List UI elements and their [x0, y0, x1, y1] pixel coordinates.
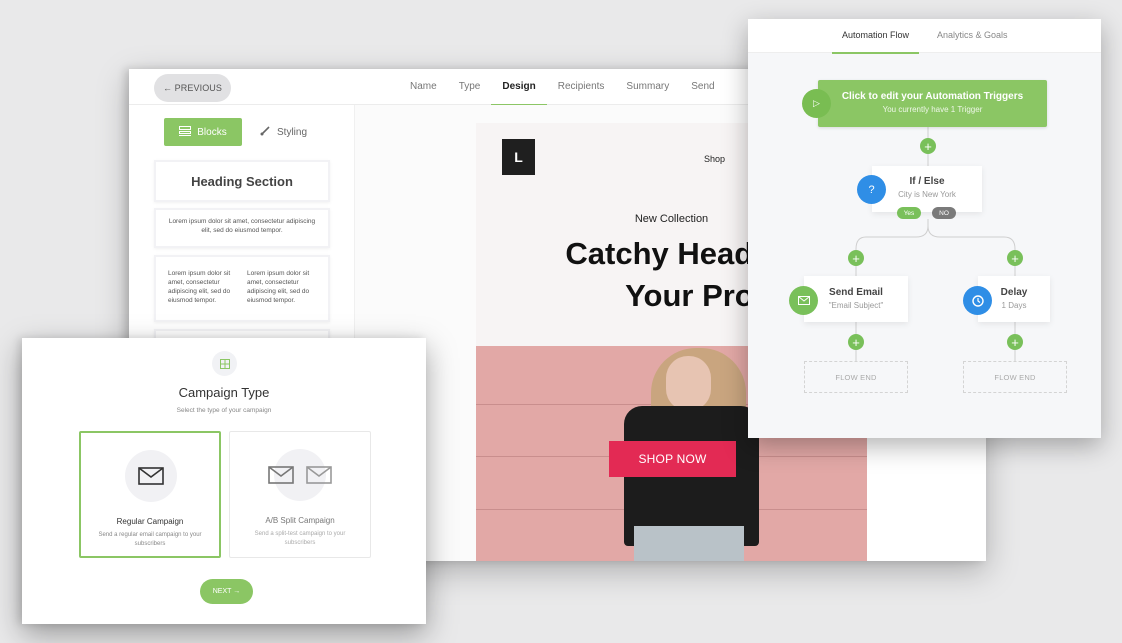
- model-jeans: [634, 526, 744, 561]
- step-send[interactable]: Send: [680, 69, 725, 105]
- add-step-after-email-button[interactable]: +: [848, 334, 864, 350]
- no-branch-pill[interactable]: NO: [932, 207, 956, 219]
- send-email-node[interactable]: Send Email "Email Subject": [804, 276, 908, 322]
- question-icon: ?: [857, 175, 886, 204]
- column-right-text: Lorem ipsum dolor sit amet, consectetur …: [247, 270, 310, 304]
- tab-styling-label: Styling: [277, 126, 308, 138]
- wizard-steps: Name Type Design Recipients Summary Send: [399, 69, 726, 106]
- if-else-node[interactable]: If / Else City is New York: [872, 166, 982, 212]
- yes-branch-pill[interactable]: Yes: [897, 207, 921, 219]
- text-block[interactable]: Lorem ipsum dolor sit amet, consectetur …: [154, 208, 330, 248]
- blocks-icon: [179, 125, 192, 139]
- shop-now-button[interactable]: SHOP NOW: [609, 441, 736, 477]
- flow-end-right: FLOW END: [963, 361, 1067, 393]
- next-button[interactable]: NEXT →: [200, 579, 253, 604]
- regular-campaign-option[interactable]: Regular Campaign Send a regular email ca…: [79, 431, 221, 558]
- option-description: Send a regular email campaign to your su…: [98, 532, 202, 547]
- edit-triggers-button[interactable]: Click to edit your Automation Triggers Y…: [818, 80, 1047, 127]
- add-step-no-button[interactable]: +: [1007, 250, 1023, 266]
- automation-flow-panel: Automation Flow Analytics & Goals Click …: [748, 19, 1101, 438]
- split-envelopes-icon: [268, 466, 334, 489]
- column-left-text: Lorem ipsum dolor sit amet, consectetur …: [168, 270, 231, 304]
- step-summary[interactable]: Summary: [615, 69, 680, 105]
- tab-styling[interactable]: Styling: [260, 125, 307, 139]
- heading-block[interactable]: Heading Section: [154, 160, 330, 202]
- add-step-button[interactable]: +: [920, 138, 936, 154]
- dialog-title: Campaign Type: [178, 385, 270, 400]
- model-face: [666, 356, 711, 411]
- option-description: Send a split-test campaign to your subsc…: [254, 531, 346, 546]
- email-logo: L: [502, 139, 535, 175]
- step-type[interactable]: Type: [448, 69, 492, 105]
- play-icon[interactable]: ▷: [802, 89, 831, 118]
- if-else-title: If / Else: [909, 176, 945, 187]
- sidebar-tabs: Blocks Styling: [164, 118, 307, 146]
- dialog-subtitle: Select the type of your campaign: [176, 407, 272, 414]
- step-recipients[interactable]: Recipients: [547, 69, 616, 105]
- add-step-after-delay-button[interactable]: +: [1007, 334, 1023, 350]
- two-column-text-block[interactable]: Lorem ipsum dolor sit amet, consectetur …: [154, 255, 330, 322]
- email-shop-link[interactable]: Shop: [704, 154, 725, 164]
- send-email-subject: "Email Subject": [828, 301, 884, 310]
- send-email-title: Send Email: [829, 287, 883, 298]
- step-design[interactable]: Design: [491, 69, 548, 106]
- option-title: Regular Campaign: [116, 517, 184, 526]
- campaign-type-dialog: Campaign Type Select the type of your ca…: [22, 338, 426, 624]
- flow-end-left: FLOW END: [804, 361, 908, 393]
- clock-icon: [963, 286, 992, 315]
- option-title: A/B Split Campaign: [265, 516, 335, 525]
- brush-icon: [260, 125, 271, 139]
- previous-button[interactable]: ← PREVIOUS: [154, 74, 231, 102]
- if-else-condition: City is New York: [898, 190, 956, 199]
- trigger-subtitle: You currently have 1 Trigger: [882, 105, 983, 114]
- envelope-icon: [789, 286, 818, 315]
- grid-icon: [212, 351, 237, 376]
- add-step-yes-button[interactable]: +: [848, 250, 864, 266]
- trigger-title: Click to edit your Automation Triggers: [841, 91, 1024, 102]
- step-name[interactable]: Name: [399, 69, 448, 105]
- tab-blocks[interactable]: Blocks: [164, 118, 242, 146]
- ab-split-campaign-option[interactable]: A/B Split Campaign Send a split-test cam…: [229, 431, 371, 558]
- envelope-icon: [138, 467, 164, 490]
- tab-blocks-label: Blocks: [197, 126, 227, 138]
